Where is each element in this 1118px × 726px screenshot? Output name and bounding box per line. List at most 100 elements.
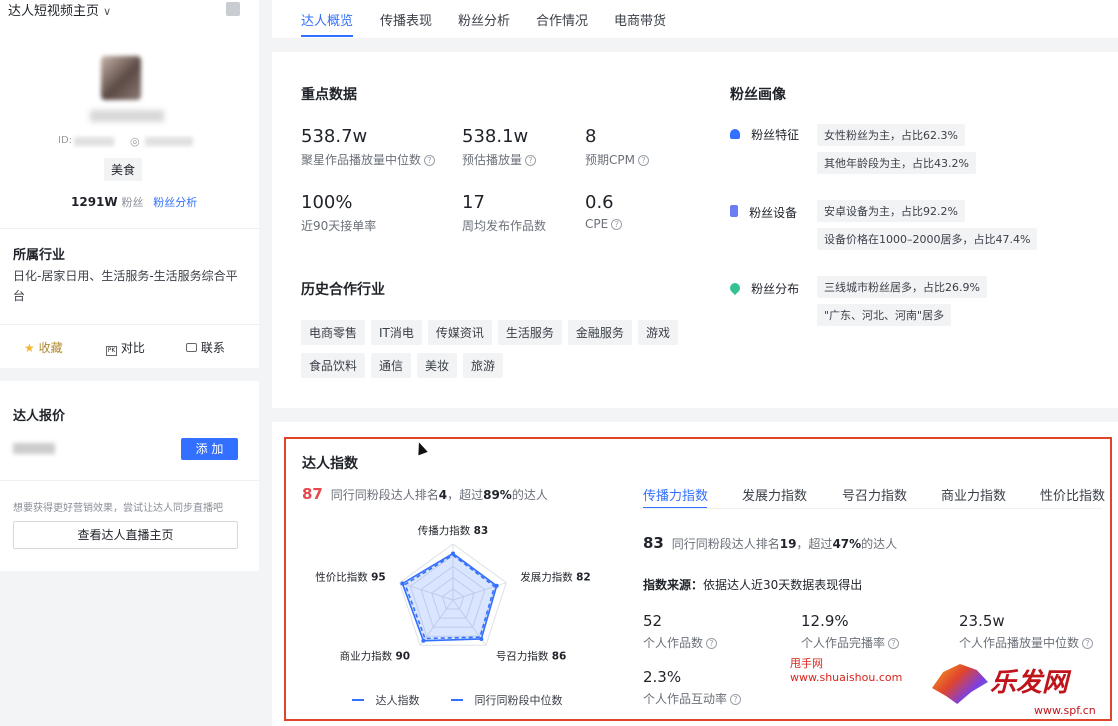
metric-weekly-posts: 17 周均发布作品数	[462, 192, 546, 234]
industry-tag: 金融服务	[567, 320, 632, 345]
page-switcher-label: 达人短视频主页	[8, 4, 100, 19]
rank-number: 4	[438, 488, 448, 502]
help-icon[interactable]: ?	[611, 219, 623, 230]
rank-text: 同行同粉段达人排名	[671, 537, 780, 551]
id-blurred	[74, 137, 114, 146]
fan-device-tags: 安卓设备为主，占比92.2% 设备价格在1000–2000居多，占比47.4%	[817, 200, 1038, 256]
radar-axis-name: 传播力指数	[418, 524, 474, 537]
watermark-shuaishou: 甩手网 www.shuaishou.com	[790, 655, 902, 684]
portrait-tag: 其他年龄段为主，占比43.2%	[817, 152, 976, 174]
metric-label: 聚星作品播放量中位数	[301, 153, 422, 167]
compare-label: 对比	[120, 341, 145, 355]
fan-row-label: 粉丝特征	[751, 128, 800, 142]
subtab-spread[interactable]: 传播力指数	[643, 485, 708, 504]
quote-title: 达人报价	[13, 409, 66, 424]
legend-label: 达人指数	[375, 694, 420, 707]
history-industry-title: 历史合作行业	[301, 282, 385, 298]
live-tip: 想要获得更好营销效果，尝试让达人同步直播吧	[13, 503, 223, 514]
portrait-tag: 三线城市粉丝居多，占比26.9%	[817, 276, 987, 298]
metric-value: 538.1w	[462, 126, 529, 147]
contact-button[interactable]: 联系	[186, 339, 225, 356]
portrait-tag: "广东、河北、河南"居多	[817, 304, 952, 326]
rank-text: ，超过	[447, 488, 484, 502]
radar-axis-value: 90	[395, 650, 410, 662]
radar-point	[421, 638, 426, 643]
profile-card: 达人短视频主页 ∨ ID: ◎ 美食 1291W 粉丝 粉丝分析 所属行业 日化…	[0, 0, 259, 368]
subtab-commerce[interactable]: 商业力指数	[941, 485, 1006, 504]
industry-tag: 传媒资讯	[427, 320, 492, 345]
star-icon: ★	[24, 341, 35, 355]
tab-performance[interactable]: 传播表现	[380, 10, 432, 29]
exceed-percent: 89%	[483, 488, 512, 502]
metric-label: 预估播放量	[462, 153, 523, 167]
industry-tag: 食品饮料	[301, 353, 366, 378]
qrcode-icon[interactable]	[226, 2, 240, 16]
quote-card: 达人报价 添 加 想要获得更好营销效果，尝试让达人同步直播吧 查看达人直播主页	[0, 381, 259, 571]
index-source: 指数来源：依据达人近30天数据表现得出	[643, 576, 862, 593]
tab-bar: 达人概览 传播表现 粉丝分析 合作情况 电商带货	[272, 0, 1118, 38]
add-quote-label: 添 加	[195, 442, 224, 456]
add-quote-button[interactable]: 添 加	[181, 438, 238, 460]
tab-overview[interactable]: 达人概览	[301, 10, 353, 29]
help-icon[interactable]: ?	[525, 155, 537, 166]
rank-text: 同行同粉段达人排名	[330, 488, 439, 502]
tab-active-indicator	[301, 35, 353, 37]
view-live-button[interactable]: 查看达人直播主页	[13, 521, 238, 549]
help-icon[interactable]: ?	[424, 155, 436, 166]
contact-label: 联系	[200, 341, 225, 355]
stat-label: 个人作品互动率	[643, 692, 728, 706]
help-icon[interactable]: ?	[637, 155, 649, 166]
help-icon[interactable]: ?	[888, 638, 900, 649]
radar-chart: 传播力指数 83 发展力指数 82 号召力指数 86 商业力指数 90 性价比指数 95	[315, 524, 590, 662]
page-switcher[interactable]: 达人短视频主页 ∨	[8, 0, 111, 19]
radar-axis-label: 传播力指数 83	[418, 524, 488, 537]
radar-axis-name: 发展力指数	[520, 571, 576, 584]
portrait-tag: 安卓设备为主，占比92.2%	[817, 200, 965, 222]
help-icon[interactable]: ?	[1082, 638, 1094, 649]
tab-ecommerce[interactable]: 电商带货	[614, 10, 666, 29]
exceed-percent: 47%	[832, 537, 862, 551]
help-icon[interactable]: ?	[706, 638, 718, 649]
stat-value: 23.5w	[959, 612, 1005, 630]
chat-icon	[186, 343, 197, 352]
overview-panel: 重点数据 538.7w 聚星作品播放量中位数? 538.1w 预估播放量? 8 …	[272, 52, 1118, 408]
location-pin-icon: ◎	[130, 135, 140, 148]
collect-button[interactable]: ★ 收藏	[24, 339, 63, 356]
metric-value: 17	[462, 192, 485, 213]
help-icon[interactable]: ?	[730, 694, 742, 705]
radar-axis-label: 号召力指数 86	[496, 649, 566, 662]
tab-cooperation[interactable]: 合作情况	[536, 10, 588, 29]
tab-fans[interactable]: 粉丝分析	[458, 10, 510, 29]
industry-tag: 通信	[371, 353, 412, 378]
watermark-text: 甩手网	[790, 657, 823, 670]
subtab-appeal[interactable]: 号召力指数	[842, 485, 907, 504]
legend-solid-swatch	[352, 699, 364, 701]
fans-label: 粉丝	[121, 196, 144, 209]
category-tag: 美食	[111, 163, 136, 177]
industry-tag: 电商零售	[301, 320, 366, 345]
industry-value: 日化-居家日用、生活服务-生活服务综合平台	[13, 269, 238, 303]
subtab-growth[interactable]: 发展力指数	[742, 485, 807, 504]
stat-works: 52 个人作品数?	[643, 612, 718, 651]
chevron-down-icon: ∨	[103, 5, 112, 18]
fan-feature-row: 粉丝特征	[730, 124, 799, 143]
portrait-tag: 设备价格在1000–2000居多，占比47.4%	[817, 228, 1038, 250]
index-title: 达人指数	[302, 456, 358, 472]
metric-cpm: 8 预期CPM?	[585, 126, 649, 168]
stat-interaction: 2.3% 个人作品互动率?	[643, 668, 742, 707]
industry-tag: IT消电	[371, 320, 422, 345]
metric-accept-rate: 100% 近90天接单率	[301, 192, 376, 234]
watermark-url: www.shuaishou.com	[790, 671, 903, 684]
radar-axis-value: 95	[371, 572, 386, 584]
radar-axis-label: 性价比指数 95	[315, 571, 385, 584]
subtab-value[interactable]: 性价比指数	[1040, 485, 1105, 504]
legend-dashed-swatch	[451, 699, 463, 701]
radar-point	[494, 583, 499, 588]
collect-label: 收藏	[38, 341, 63, 355]
fan-device-row: 粉丝设备	[730, 202, 797, 221]
metric-label: 预期CPM	[585, 153, 635, 167]
fans-analysis-link[interactable]: 粉丝分析	[153, 196, 197, 209]
compare-button[interactable]: PK 对比	[106, 339, 145, 356]
industry-tag: 游戏	[637, 320, 678, 345]
fan-row-label: 粉丝设备	[749, 206, 798, 220]
